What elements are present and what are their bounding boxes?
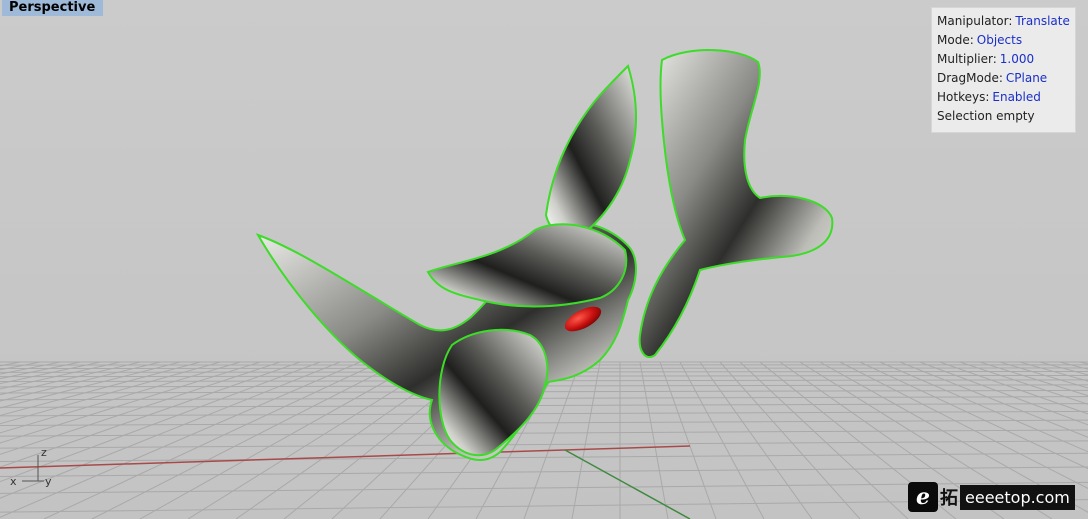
hud-row-dragmode: DragMode: CPlane bbox=[937, 69, 1075, 88]
site-watermark: e 拓 eeeetop.com bbox=[908, 481, 1075, 513]
hud-row-mode: Mode: Objects bbox=[937, 31, 1075, 50]
grid-line bbox=[0, 396, 1088, 401]
mode-value-link[interactable]: Objects bbox=[977, 33, 1022, 47]
grid-line bbox=[0, 452, 1088, 463]
hud-label: Hotkeys: bbox=[937, 90, 990, 104]
hud-label: Multiplier: bbox=[937, 52, 997, 66]
axis-gizmo-x-label: x bbox=[10, 475, 17, 488]
watermark-logo-badge: e bbox=[908, 482, 938, 512]
manipulator-value-link[interactable]: Translate bbox=[1015, 14, 1070, 28]
grid-line bbox=[0, 410, 1088, 417]
hud-label: Mode: bbox=[937, 33, 974, 47]
grid-line bbox=[0, 361, 241, 434]
hotkeys-value-link[interactable]: Enabled bbox=[992, 90, 1041, 104]
selection-status-text: Selection empty bbox=[937, 109, 1035, 123]
rhino-head[interactable] bbox=[438, 328, 549, 457]
perspective-viewport[interactable]: z x y Perspective Manipulator: Translate … bbox=[0, 0, 1088, 519]
grid-line bbox=[0, 361, 201, 416]
hud-row-selection: Selection empty bbox=[937, 107, 1075, 126]
watermark-text: eeeetop.com bbox=[960, 484, 1075, 510]
hud-row-multiplier: Multiplier: 1.000 bbox=[937, 50, 1075, 69]
dragmode-value-link[interactable]: CPlane bbox=[1006, 71, 1047, 85]
grid-line bbox=[0, 361, 181, 409]
grid-line bbox=[0, 361, 301, 468]
grid-line bbox=[43, 361, 381, 519]
multiplier-value-link[interactable]: 1.000 bbox=[1000, 52, 1034, 66]
grid-line bbox=[0, 466, 1088, 478]
hud-row-manipulator: Manipulator: Translate bbox=[937, 12, 1075, 31]
gumball-status-panel: Manipulator: Translate Mode: Objects Multi… bbox=[931, 7, 1076, 133]
y-axis-line bbox=[564, 449, 691, 519]
rhino-ear[interactable] bbox=[426, 223, 628, 308]
grid-line bbox=[0, 361, 281, 455]
grid-line bbox=[0, 361, 141, 396]
grid-line bbox=[0, 440, 1088, 449]
hud-label: Manipulator: bbox=[937, 14, 1013, 28]
grid-line bbox=[0, 361, 361, 518]
axis-gizmo-y-label: y bbox=[45, 475, 52, 488]
axis-gizmo-z-label: z bbox=[41, 446, 47, 459]
grid-line bbox=[91, 361, 401, 519]
rhino-rear-horn[interactable] bbox=[638, 49, 834, 358]
hud-row-hotkeys: Hotkeys: Enabled bbox=[937, 88, 1075, 107]
viewport-title-tab[interactable]: Perspective bbox=[2, 0, 104, 16]
hud-label: DragMode: bbox=[937, 71, 1003, 85]
rhino-front-horn[interactable] bbox=[544, 64, 637, 238]
watermark-glyph: 拓 bbox=[940, 488, 958, 509]
3d-scene[interactable]: z x y bbox=[0, 0, 1088, 519]
grid-line bbox=[0, 361, 121, 390]
